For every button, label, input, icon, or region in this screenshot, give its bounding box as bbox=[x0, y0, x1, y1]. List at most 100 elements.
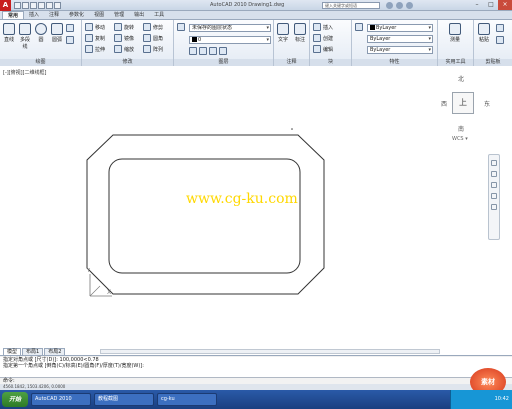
draw-panel-title[interactable]: 绘图 bbox=[0, 59, 81, 66]
utilities-panel-title[interactable]: 实用工具 bbox=[438, 59, 473, 66]
redo-icon[interactable] bbox=[46, 1, 53, 9]
tab-layout2[interactable]: 布局2 bbox=[44, 348, 66, 355]
properties-panel-title[interactable]: 特性 bbox=[352, 59, 437, 66]
layout-tabs: 模型 布局1 布局2 bbox=[0, 348, 66, 355]
edit-block-tool[interactable]: 编辑 bbox=[313, 45, 333, 53]
polyline-tool[interactable]: 多段线 bbox=[18, 22, 32, 50]
rectangle-tool[interactable] bbox=[66, 24, 74, 32]
viewcube[interactable]: 北 西 上 东 南 WCS ▾ bbox=[432, 74, 496, 154]
tab-output[interactable]: 输出 bbox=[129, 11, 149, 19]
text-tool[interactable]: 文字 bbox=[276, 22, 290, 43]
insert-block-tool[interactable]: 插入 bbox=[313, 23, 333, 31]
steering-wheel-icon[interactable] bbox=[491, 160, 497, 166]
annotation-panel-title[interactable]: 注释 bbox=[274, 59, 309, 66]
open-icon[interactable] bbox=[22, 1, 29, 9]
new-icon[interactable] bbox=[14, 1, 21, 9]
lineweight-dropdown[interactable]: ByLayer bbox=[367, 46, 433, 54]
line-label: 直线 bbox=[3, 37, 14, 43]
circle-tool[interactable]: 圆 bbox=[34, 22, 48, 43]
horizontal-scrollbar[interactable] bbox=[100, 349, 440, 354]
fillet-tool[interactable]: 圆角 bbox=[143, 34, 163, 42]
tab-model[interactable]: 模型 bbox=[3, 348, 22, 355]
showmotion-icon[interactable] bbox=[491, 204, 497, 210]
trim-tool[interactable]: 修剪 bbox=[143, 23, 163, 31]
search-input[interactable]: 键入关键字或短语 bbox=[322, 2, 380, 9]
clipboard-panel: 粘贴 剪贴板 bbox=[474, 20, 512, 66]
taskbar-item[interactable]: 教程截图 bbox=[94, 393, 154, 406]
viewcube-north[interactable]: 北 bbox=[458, 74, 464, 83]
minimize-button[interactable]: – bbox=[470, 0, 484, 10]
paste-tool[interactable]: 粘贴 bbox=[477, 22, 491, 43]
copy-clip-icon bbox=[496, 36, 504, 44]
rotate-tool[interactable]: 旋转 bbox=[114, 23, 134, 31]
watermark-text: www.cg-ku.com bbox=[186, 191, 298, 207]
dimension-tool[interactable]: 标注 bbox=[293, 22, 307, 43]
drawing-area[interactable]: [-][俯视][二维线框] Y X 北 西 上 东 南 WCS ▾ www.cg… bbox=[0, 66, 512, 356]
close-button[interactable]: × bbox=[498, 0, 512, 10]
maximize-button[interactable]: □ bbox=[484, 0, 498, 10]
arc-tool[interactable]: 圆弧 bbox=[50, 22, 64, 43]
stray-point bbox=[291, 128, 293, 130]
match-properties-tool[interactable] bbox=[355, 23, 363, 31]
scale-tool[interactable]: 缩放 bbox=[114, 45, 134, 53]
mirror-tool[interactable]: 镜像 bbox=[114, 34, 134, 42]
inner-rounded-rectangle[interactable] bbox=[108, 158, 301, 274]
clipboard-panel-title[interactable]: 剪贴板 bbox=[474, 59, 512, 66]
block-panel-title[interactable]: 块 bbox=[310, 59, 351, 66]
viewcube-east[interactable]: 东 bbox=[484, 99, 490, 108]
linetype-dropdown[interactable]: ByLayer bbox=[367, 35, 433, 43]
undo-icon[interactable] bbox=[38, 1, 45, 9]
tab-manage[interactable]: 管理 bbox=[109, 11, 129, 19]
viewcube-west[interactable]: 西 bbox=[441, 99, 447, 108]
ucs-y-label: Y bbox=[87, 268, 91, 274]
edit-block-icon bbox=[313, 45, 321, 53]
taskbar-item[interactable]: cg-ku bbox=[157, 393, 217, 406]
move-tool[interactable]: 移动 bbox=[85, 23, 105, 31]
current-layer-dropdown[interactable]: 0 bbox=[189, 36, 271, 44]
start-button[interactable]: 开始 bbox=[2, 392, 28, 407]
tab-parametric[interactable]: 参数化 bbox=[64, 11, 89, 19]
copy-clip-tool[interactable] bbox=[496, 36, 504, 44]
orbit-icon[interactable] bbox=[491, 193, 497, 199]
current-layer-label: 0 bbox=[198, 37, 202, 43]
command-history-line: 指定第一个角点或 [倒角(C)/标高(E)/圆角(F)/厚度(T)/宽度(W)]… bbox=[3, 363, 144, 369]
color-dropdown[interactable]: ByLayer bbox=[367, 24, 433, 32]
hatch-tool[interactable] bbox=[66, 36, 74, 44]
zoom-icon[interactable] bbox=[491, 182, 497, 188]
tab-annotate[interactable]: 注释 bbox=[44, 11, 64, 19]
layer-tools-row[interactable] bbox=[189, 47, 227, 55]
scale-label: 缩放 bbox=[124, 46, 135, 53]
help-icon[interactable] bbox=[406, 2, 413, 9]
viewcube-top-face[interactable]: 上 bbox=[452, 92, 474, 114]
command-input[interactable]: 命令: bbox=[0, 377, 512, 384]
array-tool[interactable]: 阵列 bbox=[143, 45, 163, 53]
layer-state-dropdown[interactable]: 未保存的图层状态 bbox=[189, 24, 271, 32]
tab-insert[interactable]: 插入 bbox=[24, 11, 44, 19]
taskbar-item[interactable]: AutoCAD 2010 bbox=[31, 393, 91, 406]
text-label: 文字 bbox=[277, 37, 288, 43]
save-icon[interactable] bbox=[30, 1, 37, 9]
line-tool[interactable]: 直线 bbox=[2, 22, 16, 43]
tab-view[interactable]: 视图 bbox=[89, 11, 109, 19]
cut-tool[interactable] bbox=[496, 24, 504, 32]
pan-icon[interactable] bbox=[491, 171, 497, 177]
plot-icon[interactable] bbox=[54, 1, 61, 9]
insert-block-icon bbox=[313, 23, 321, 31]
dimension-label: 标注 bbox=[294, 37, 305, 43]
measure-tool[interactable]: 测量 bbox=[448, 22, 462, 43]
tab-home[interactable]: 常用 bbox=[2, 11, 25, 19]
tab-layout1[interactable]: 布局1 bbox=[22, 348, 44, 355]
layer-properties-tool[interactable] bbox=[177, 23, 185, 31]
application-menu-button[interactable]: A bbox=[0, 0, 11, 11]
communication-center-icon[interactable] bbox=[386, 2, 393, 9]
wcs-menu[interactable]: WCS ▾ bbox=[452, 136, 468, 142]
tab-tools[interactable]: 工具 bbox=[149, 11, 169, 19]
layers-panel-title[interactable]: 图层 bbox=[174, 59, 273, 66]
copy-icon bbox=[85, 34, 93, 42]
viewcube-south[interactable]: 南 bbox=[458, 124, 464, 133]
create-block-tool[interactable]: 创建 bbox=[313, 34, 333, 42]
stretch-tool[interactable]: 拉伸 bbox=[85, 45, 105, 53]
modify-panel-title[interactable]: 修改 bbox=[82, 59, 173, 66]
copy-tool[interactable]: 复制 bbox=[85, 34, 105, 42]
favorites-icon[interactable] bbox=[396, 2, 403, 9]
